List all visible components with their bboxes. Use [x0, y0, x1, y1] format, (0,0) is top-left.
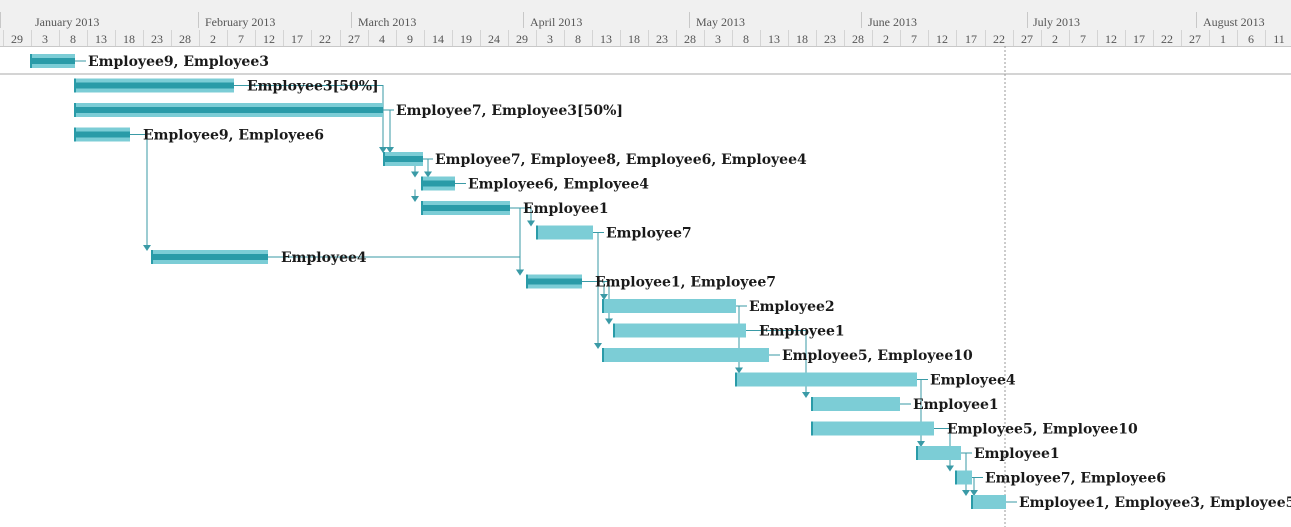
task-bar-start-marker	[74, 127, 76, 142]
task-bar-start-marker	[971, 495, 973, 509]
dependency-arrow	[516, 269, 524, 276]
task-bar[interactable]	[971, 495, 1006, 509]
task-resource-label: Employee1, Employee7	[595, 275, 776, 291]
task-progress-bar	[30, 58, 75, 64]
task-resource-label: Employee4	[930, 373, 1016, 389]
dependency-connector	[383, 109, 391, 150]
task-bar-start-marker	[383, 152, 385, 166]
task-progress-bar	[151, 254, 268, 260]
task-resource-label: Employee1	[759, 324, 845, 340]
task-bar-start-marker	[955, 470, 957, 485]
task-bar-start-marker	[613, 323, 615, 338]
task-bar[interactable]	[916, 446, 961, 460]
task-progress-bar	[74, 107, 383, 113]
dependency-arrow	[594, 343, 602, 349]
task-progress-bar	[74, 131, 130, 138]
task-bar-start-marker	[30, 54, 32, 68]
task-resource-label: Employee3[50%]	[247, 79, 379, 95]
task-bar-start-marker	[151, 250, 153, 264]
dependency-arrow	[962, 490, 970, 496]
dependency-arrow	[143, 245, 151, 251]
task-bar[interactable]	[536, 225, 593, 240]
task-resource-label: Employee6, Employee4	[468, 177, 649, 193]
task-bar[interactable]	[735, 372, 917, 387]
task-bar[interactable]	[811, 421, 934, 436]
dependency-arrow	[411, 196, 419, 202]
task-bar[interactable]	[602, 299, 736, 313]
task-bar-start-marker	[421, 176, 423, 191]
dependency-connector	[130, 134, 148, 248]
task-bar-start-marker	[74, 78, 76, 93]
task-resource-label: Employee1, Employee3, Employee5	[1019, 495, 1291, 511]
task-bar-start-marker	[811, 421, 813, 436]
task-resource-label: Employee7, Employee8, Employee6, Employe…	[435, 152, 807, 168]
task-bar-start-marker	[602, 348, 604, 362]
task-bar-start-marker	[421, 201, 423, 215]
task-resource-label: Employee9, Employee6	[143, 128, 324, 144]
task-resource-label: Employee7, Employee3[50%]	[396, 103, 623, 119]
task-bar-start-marker	[735, 372, 737, 387]
task-progress-bar	[421, 180, 455, 187]
gantt-chart: Employee9, Employee3 Employee3[50%] Employ…	[0, 46, 1291, 527]
task-progress-bar	[383, 156, 423, 162]
task-resource-label: Employee7, Employee6	[985, 471, 1166, 487]
task-resource-label: Employee1	[913, 397, 999, 413]
task-resource-label: Employee1	[523, 201, 609, 217]
dependency-arrow	[527, 220, 535, 227]
task-resource-label: Employee4	[281, 250, 367, 266]
task-bar-start-marker	[916, 446, 918, 460]
task-bar-start-marker	[536, 225, 538, 240]
task-resource-label: Employee2	[749, 299, 835, 315]
task-resource-label: Employee9, Employee3	[88, 54, 269, 70]
dependency-arrow	[605, 318, 613, 325]
task-resource-label: Employee7	[606, 226, 692, 242]
dependency-connector	[510, 207, 521, 273]
task-resource-label: Employee5, Employee10	[782, 348, 973, 364]
task-bar-start-marker	[602, 299, 604, 313]
task-resource-label: Employee5, Employee10	[947, 422, 1138, 438]
task-bar[interactable]	[955, 470, 972, 485]
task-bar-start-marker	[811, 397, 813, 411]
dependency-arrow	[802, 392, 810, 398]
task-bar-start-marker	[526, 274, 528, 289]
dependency-arrow	[946, 465, 954, 472]
dependency-arrow	[411, 171, 419, 178]
task-progress-bar	[526, 278, 582, 285]
task-bar[interactable]	[811, 397, 900, 411]
task-progress-bar	[421, 205, 510, 211]
task-progress-bar	[74, 82, 234, 89]
task-bar[interactable]	[613, 323, 746, 338]
task-bar[interactable]	[602, 348, 769, 362]
task-bar-start-marker	[74, 103, 76, 117]
task-resource-label: Employee1	[974, 446, 1060, 462]
